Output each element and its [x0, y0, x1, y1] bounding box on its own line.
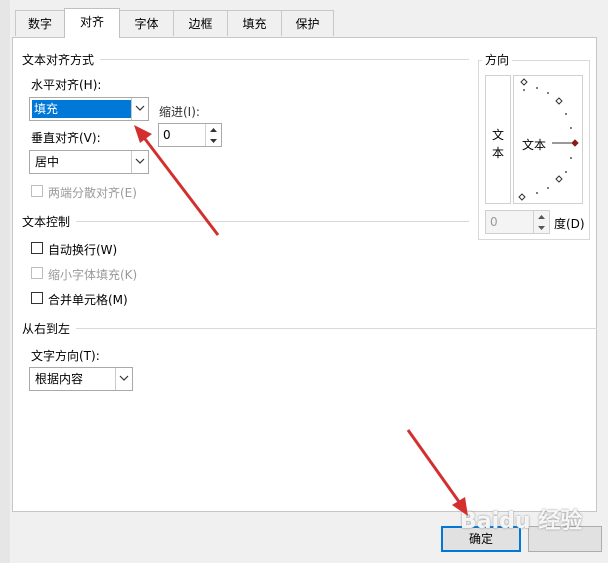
text-direction-value: 根据内容 — [35, 372, 84, 386]
tab-alignment[interactable]: 对齐 — [64, 8, 120, 38]
tab-fill[interactable]: 填充 — [227, 10, 282, 36]
wrap-text-checkbox[interactable] — [31, 242, 43, 254]
chevron-down-icon[interactable] — [131, 98, 148, 120]
vertical-text-box[interactable]: 文本 — [485, 75, 511, 204]
merge-cells-checkbox[interactable] — [31, 292, 43, 304]
horizontal-alignment-value: 填充 — [32, 100, 131, 118]
degrees-stepper-buttons — [533, 211, 549, 233]
section-divider — [22, 221, 469, 222]
baidu-watermark: Baidu 经验 — [460, 509, 583, 534]
tab-number[interactable]: 数字 — [15, 10, 65, 36]
section-title-orientation: 方向 — [482, 51, 513, 68]
stepper-down-icon[interactable] — [534, 222, 549, 233]
indent-stepper-buttons — [205, 124, 221, 146]
section-divider — [22, 328, 597, 329]
stepper-down-icon[interactable] — [206, 135, 221, 146]
vertical-alignment-value: 居中 — [35, 155, 60, 169]
tab-protection[interactable]: 保护 — [281, 10, 334, 36]
tab-border[interactable]: 边框 — [173, 10, 228, 36]
degrees-stepper[interactable]: 0 — [485, 210, 550, 234]
degrees-value: 0 — [490, 215, 498, 229]
vertical-alignment-label: 垂直对齐(V): — [31, 131, 101, 145]
indent-stepper[interactable]: 0 — [158, 123, 222, 147]
section-title-text-alignment: 文本对齐方式 — [22, 51, 101, 68]
text-direction-select[interactable]: 根据内容 — [29, 367, 133, 391]
justify-distributed-label: 两端分散对齐(E) — [48, 186, 137, 200]
vertical-alignment-select[interactable]: 居中 — [29, 150, 149, 174]
section-title-text-control: 文本控制 — [22, 213, 77, 230]
vertical-text-sample: 文本 — [492, 128, 505, 160]
shrink-to-fit-label: 缩小字体填充(K) — [48, 268, 138, 282]
shrink-to-fit-checkbox[interactable] — [31, 267, 43, 279]
degrees-label: 度(D) — [554, 217, 585, 231]
indent-value: 0 — [163, 128, 171, 142]
dial-text-sample: 文本 — [522, 138, 547, 152]
wrap-text-label: 自动换行(W) — [48, 243, 118, 257]
tab-font[interactable]: 字体 — [119, 10, 174, 36]
indent-label: 缩进(I): — [159, 105, 200, 119]
justify-distributed-checkbox[interactable] — [31, 185, 43, 197]
chevron-down-icon[interactable] — [115, 368, 132, 390]
horizontal-alignment-select[interactable]: 填充 — [29, 97, 149, 121]
text-direction-label: 文字方向(T): — [31, 349, 100, 363]
chevron-down-icon[interactable] — [131, 151, 148, 173]
horizontal-alignment-label: 水平对齐(H): — [31, 78, 102, 92]
orientation-dial[interactable]: 文本 — [513, 75, 583, 204]
window-edge — [0, 0, 10, 563]
section-title-rtl: 从右到左 — [22, 320, 77, 337]
merge-cells-label: 合并单元格(M) — [48, 293, 128, 307]
